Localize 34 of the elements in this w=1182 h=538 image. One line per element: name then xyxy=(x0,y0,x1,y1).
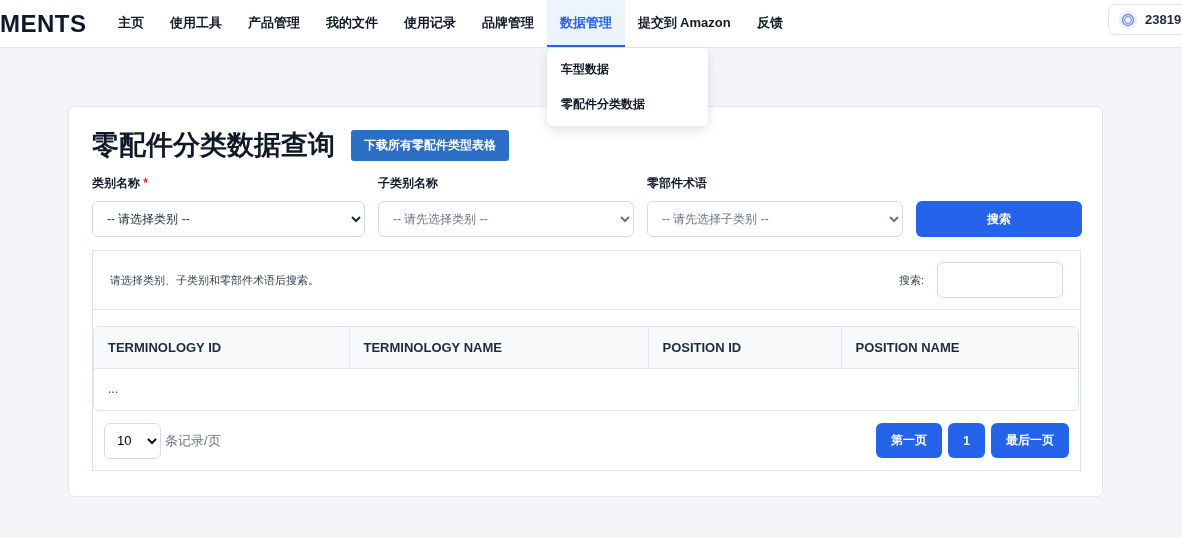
column-header: TERMINOLOGY NAME xyxy=(349,327,648,368)
page-size-label: 条记录/页 xyxy=(165,431,221,450)
field-label: 类别名称 * xyxy=(92,175,149,192)
nav-tab[interactable]: 我的文件 xyxy=(312,0,391,47)
nav-tab[interactable]: 品牌管理 xyxy=(468,0,547,47)
pager-button[interactable]: 第一页 xyxy=(876,423,943,458)
pager-button[interactable]: 最后一页 xyxy=(991,423,1069,458)
column-header: POSITION ID xyxy=(648,327,841,368)
menu-item[interactable]: 车型数据 xyxy=(546,52,708,87)
download-button[interactable]: 下载所有零配件类型表格 xyxy=(351,129,509,161)
column-header: TERMINOLOGY ID xyxy=(94,327,349,368)
page-size-select[interactable]: 10 xyxy=(104,422,161,459)
nav-tab[interactable]: 使用记录 xyxy=(390,0,469,47)
nav-tab[interactable]: 反馈 xyxy=(743,0,796,47)
credits-count: 23819 xyxy=(1145,12,1182,27)
coin-icon xyxy=(1119,10,1137,29)
credits-pill[interactable]: 23819 xyxy=(1108,4,1182,35)
field-label: 零部件术语 xyxy=(647,175,708,192)
category-select[interactable]: -- 请选择类别 -- xyxy=(92,201,365,237)
nav-tab[interactable]: 使用工具 xyxy=(156,0,235,47)
nav-tab[interactable]: 提交到 Amazon xyxy=(624,0,744,47)
page-title: 零配件分类数据查询 xyxy=(92,129,335,162)
nav-tab[interactable]: 产品管理 xyxy=(234,0,313,47)
column-header: POSITION NAME xyxy=(841,327,1078,368)
search-field[interactable] xyxy=(937,262,1063,298)
pager-button[interactable]: 1 xyxy=(948,423,985,458)
logo: MENTS xyxy=(0,8,87,39)
field-label: 子类别名称 xyxy=(378,175,439,192)
empty-message: ... xyxy=(108,382,118,396)
hint-text: 请选择类别、子类别和零部件术语后搜索。 xyxy=(110,272,319,288)
menu-item[interactable]: 零配件分类数据 xyxy=(546,87,708,122)
nav-tab[interactable]: 主页 xyxy=(104,0,157,47)
search-button[interactable]: 搜索 xyxy=(916,201,1082,237)
search-label: 搜索: xyxy=(898,272,924,288)
